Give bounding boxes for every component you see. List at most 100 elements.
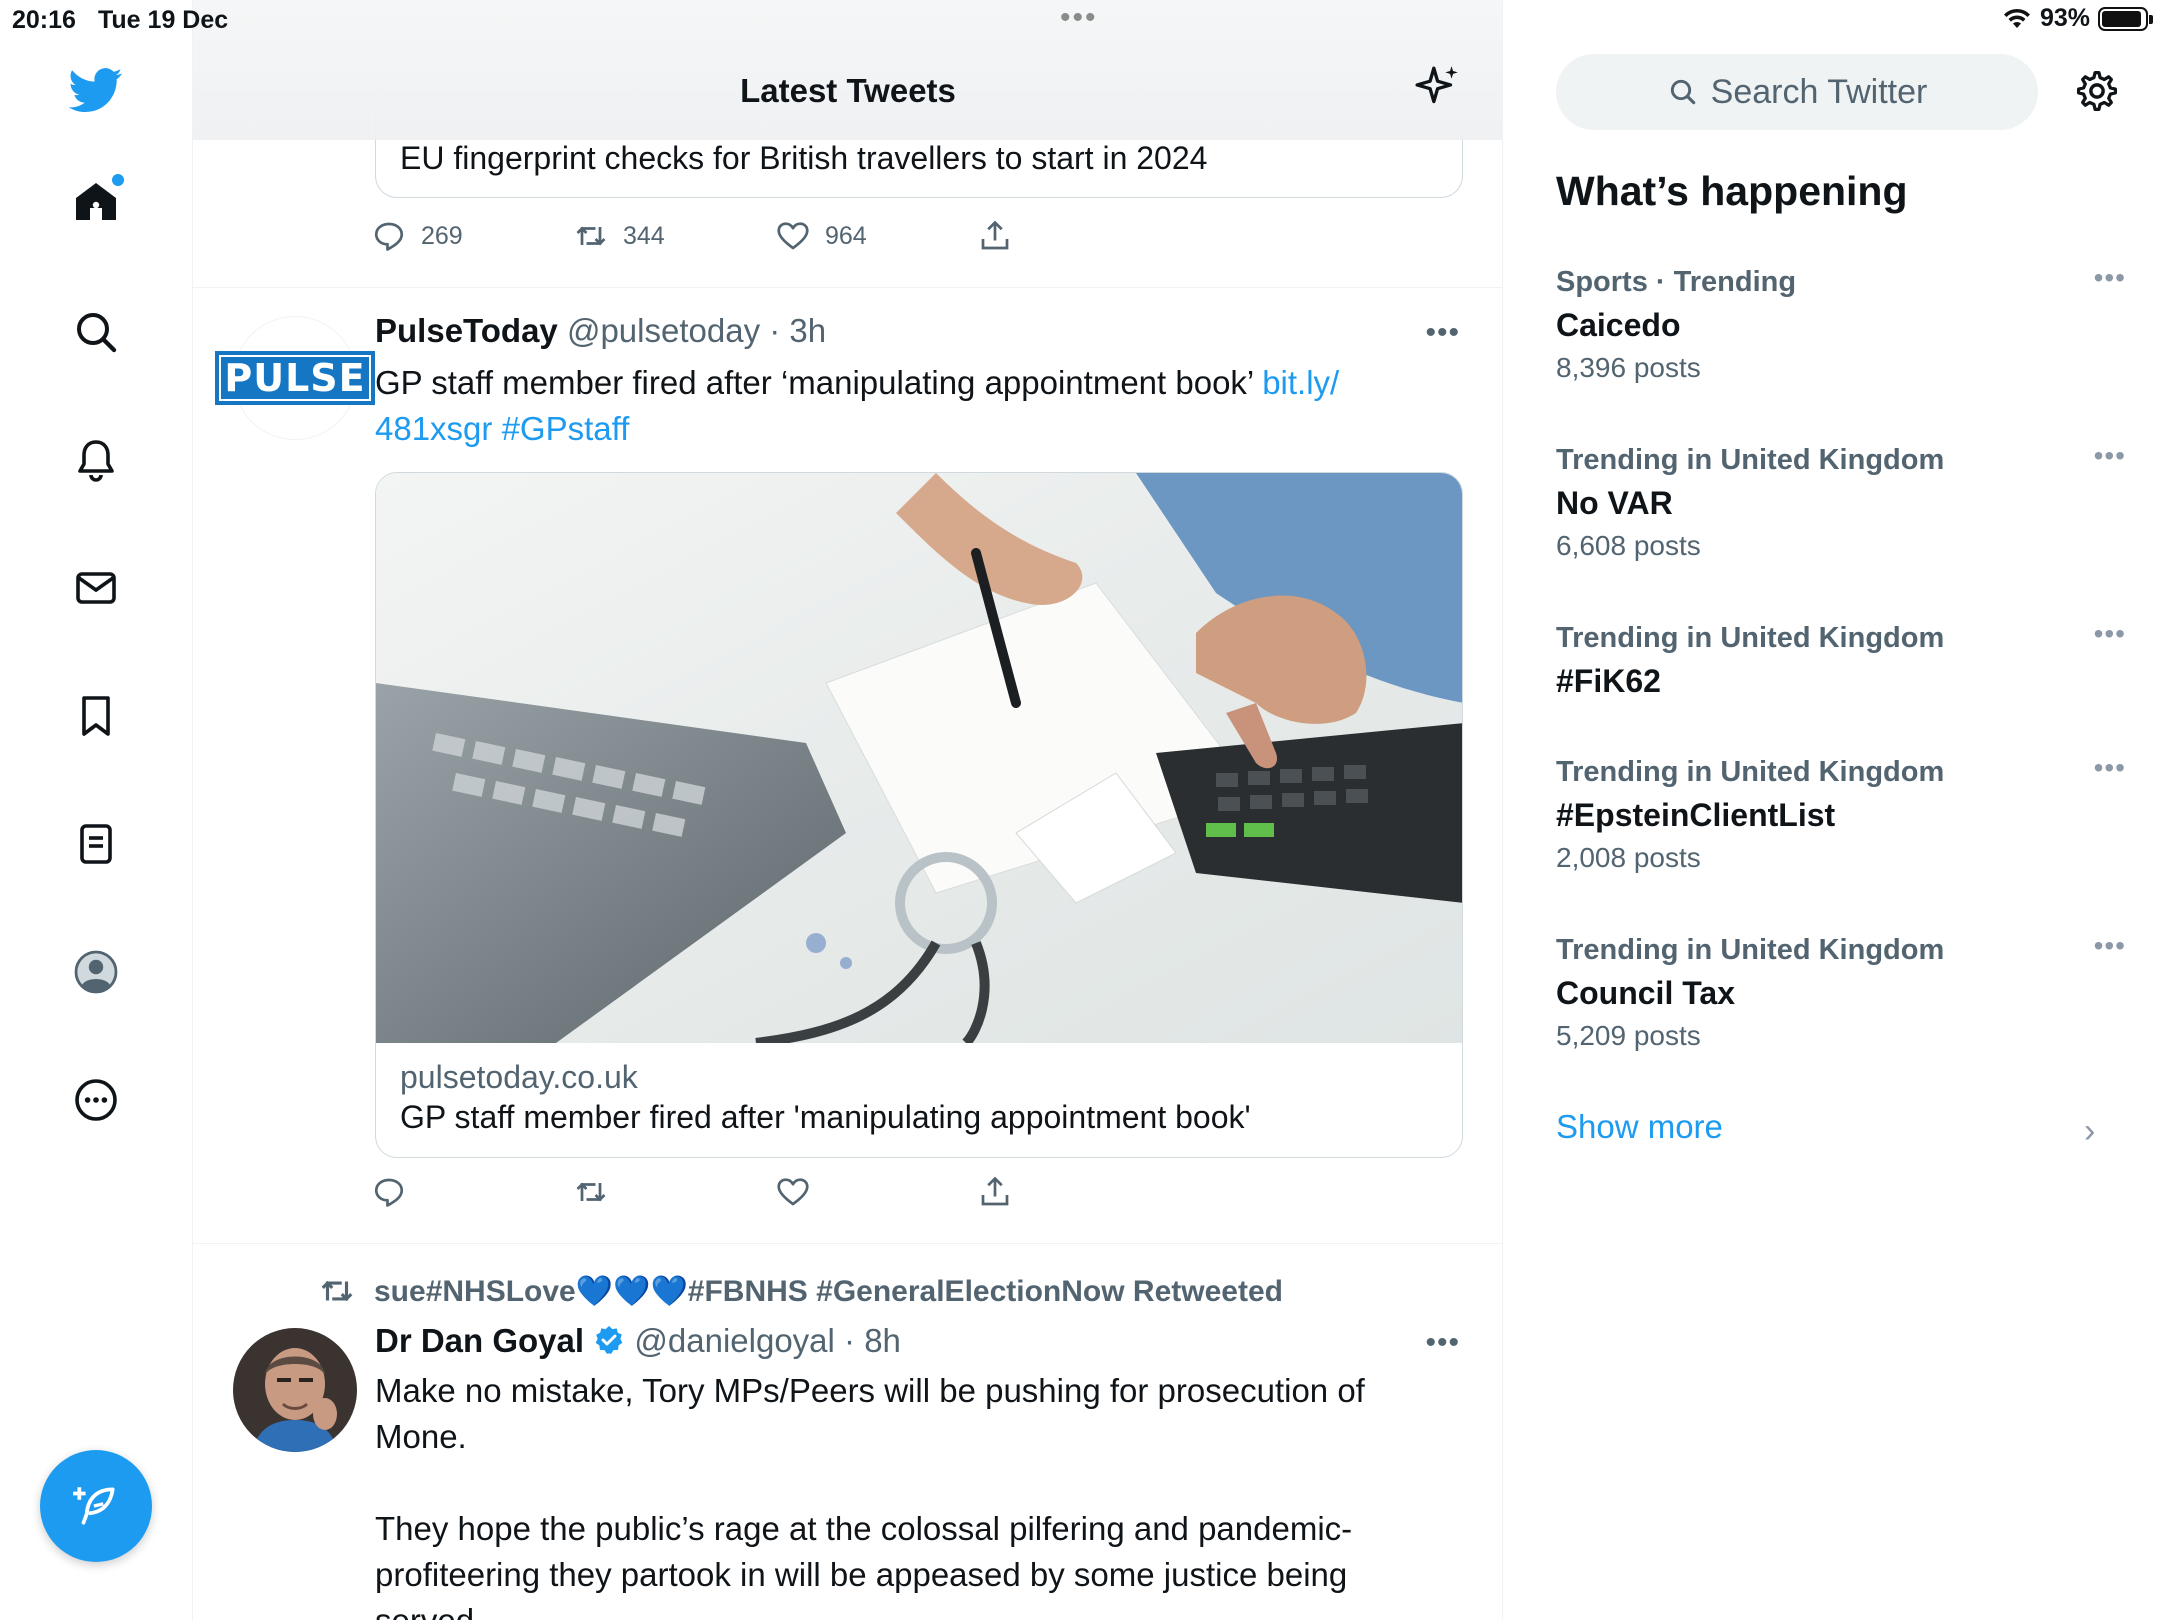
timeline[interactable]: Latest Tweets EU fingerprint checks for …: [193, 0, 1503, 1620]
more-options-icon[interactable]: •••: [1425, 1326, 1460, 1360]
wifi-icon: [2003, 8, 2030, 28]
tweet-header: Dr Dan Goyal @danielgoyal · 8h: [375, 1322, 901, 1360]
compose-tweet-button[interactable]: [40, 1450, 152, 1562]
heart-icon: [777, 1178, 809, 1206]
retweeted-by[interactable]: sue#NHSLove💙💙💙#FBNHS #GeneralElectionNow…: [318, 1272, 1283, 1310]
page-title: Latest Tweets: [740, 72, 956, 109]
trend-item[interactable]: Trending in United Kingdom Council Tax 5…: [1556, 930, 2125, 1052]
tweet-text-line: served...: [375, 1598, 1435, 1620]
hashtag[interactable]: #GPstaff: [502, 410, 630, 447]
status-indicators: 93%: [2002, 4, 2153, 33]
trend-context: Sports · Trending: [1556, 266, 1797, 298]
tweet-text-line: profiteering they partook in will be app…: [375, 1556, 1348, 1593]
nav-messages[interactable]: [62, 554, 130, 622]
like-button[interactable]: 964: [775, 218, 977, 254]
bookmark-icon: [82, 696, 110, 736]
trend-context: Trending in United Kingdom: [1556, 622, 1945, 654]
tweet-time[interactable]: 8h: [864, 1322, 901, 1359]
reply-icon: [374, 222, 404, 251]
trend-context: Trending in United Kingdom: [1556, 934, 1945, 966]
gear-icon[interactable]: [2074, 68, 2120, 114]
link-card-domain: pulsetoday.co.uk: [400, 1059, 638, 1095]
author-handle[interactable]: @pulsetoday: [567, 312, 760, 349]
nav-bookmarks[interactable]: [62, 682, 130, 750]
tweet-text-line: Mone.: [375, 1418, 467, 1455]
more-options-icon[interactable]: •••: [2094, 440, 2126, 472]
share-icon: [981, 1176, 1009, 1206]
more-options-icon[interactable]: •••: [1425, 316, 1460, 350]
mail-icon: [76, 572, 116, 604]
show-more-link[interactable]: Show more: [1556, 1108, 1723, 1146]
sparkle-icon[interactable]: [1413, 62, 1463, 112]
tweet-text-line: Make no mistake, Tory MPs/Peers will be …: [375, 1372, 1365, 1409]
multitasking-dots-icon[interactable]: •••: [1060, 3, 1098, 33]
more-circle-icon: [75, 1079, 117, 1121]
tweet-text-line: They hope the public’s rage at the colos…: [375, 1510, 1353, 1547]
tweet-link-cont[interactable]: 481xsgr: [375, 410, 492, 447]
heart-icon: [777, 222, 809, 250]
tweet-actions: [371, 1174, 1179, 1210]
trend-count: 2,008 posts: [1556, 842, 1701, 873]
share-button[interactable]: [977, 1174, 1179, 1210]
battery-percent: 93%: [2039, 4, 2090, 32]
twitter-logo-icon[interactable]: [62, 56, 130, 124]
more-options-icon[interactable]: •••: [2094, 752, 2126, 784]
like-button[interactable]: [775, 1174, 977, 1210]
retweet-button[interactable]: [573, 1174, 775, 1210]
whats-happening-title: What’s happening: [1556, 168, 1908, 214]
article-image: [376, 473, 1462, 1043]
share-icon: [981, 220, 1009, 250]
home-icon: [76, 183, 116, 220]
search-icon: [1670, 79, 1695, 105]
nav-lists[interactable]: [62, 810, 130, 878]
share-button[interactable]: [977, 218, 1179, 254]
trend-item[interactable]: Trending in United Kingdom #EpsteinClien…: [1556, 752, 2125, 874]
trend-item[interactable]: Trending in United Kingdom #FiK62 •••: [1556, 618, 2125, 700]
home-notification-dot: [112, 174, 124, 186]
avatar[interactable]: PULSE: [215, 316, 375, 440]
list-icon: [80, 824, 112, 864]
trend-item[interactable]: Sports · Trending Caicedo 8,396 posts ••…: [1556, 262, 2125, 384]
pulse-logo: PULSE: [215, 351, 375, 405]
tweet-text: Make no mistake, Tory MPs/Peers will be …: [375, 1368, 1435, 1620]
tweet-time[interactable]: 3h: [789, 312, 826, 349]
nav-explore[interactable]: [62, 298, 130, 366]
meta-separator: ·: [760, 312, 790, 349]
retweet-icon: [321, 1280, 353, 1302]
author-name[interactable]: Dr Dan Goyal: [375, 1322, 584, 1359]
chevron-right-icon[interactable]: ›: [2084, 1112, 2095, 1151]
nav-notifications[interactable]: [62, 426, 130, 494]
more-options-icon[interactable]: •••: [2094, 618, 2126, 650]
trend-item[interactable]: Trending in United Kingdom No VAR 6,608 …: [1556, 440, 2125, 562]
trend-count: 5,209 posts: [1556, 1020, 1701, 1051]
nav-home[interactable]: [62, 168, 130, 236]
nav-profile[interactable]: [62, 938, 130, 1006]
retweet-button[interactable]: 344: [573, 218, 775, 254]
retweet-icon: [576, 226, 606, 246]
more-options-icon[interactable]: •••: [2094, 930, 2126, 962]
tweet-actions: 269 344 964: [371, 218, 1179, 254]
avatar[interactable]: [233, 1328, 357, 1452]
right-sidebar: Search Twitter What’s happening Sports ·…: [1504, 0, 2160, 1620]
trend-name: #FiK62: [1556, 663, 1661, 699]
author-name[interactable]: PulseToday: [375, 312, 558, 349]
link-card[interactable]: pulsetoday.co.uk GP staff member fired a…: [375, 472, 1463, 1158]
verified-badge-icon: [595, 1326, 623, 1354]
left-navigation: [0, 0, 193, 1620]
profile-icon: [74, 950, 118, 994]
retweeted-by-label: sue#NHSLove💙💙💙#FBNHS #GeneralElectionNow…: [374, 1274, 1283, 1308]
trend-count: 6,608 posts: [1556, 530, 1701, 561]
reply-button[interactable]: [371, 1174, 573, 1210]
tweet-header: PulseToday @pulsetoday · 3h: [375, 312, 826, 350]
trend-name: No VAR: [1556, 485, 1673, 521]
status-time: 20:16: [12, 6, 76, 34]
retweet-count: 344: [623, 221, 665, 250]
search-input[interactable]: Search Twitter: [1556, 54, 2038, 130]
author-handle[interactable]: @danielgoyal: [634, 1322, 834, 1359]
more-options-icon[interactable]: •••: [2094, 262, 2126, 294]
nav-more[interactable]: [62, 1066, 130, 1134]
trend-name: Caicedo: [1556, 307, 1681, 343]
reply-button[interactable]: 269: [371, 218, 573, 254]
avatar-photo: [233, 1328, 357, 1452]
tweet-link[interactable]: bit.ly/: [1262, 364, 1339, 401]
